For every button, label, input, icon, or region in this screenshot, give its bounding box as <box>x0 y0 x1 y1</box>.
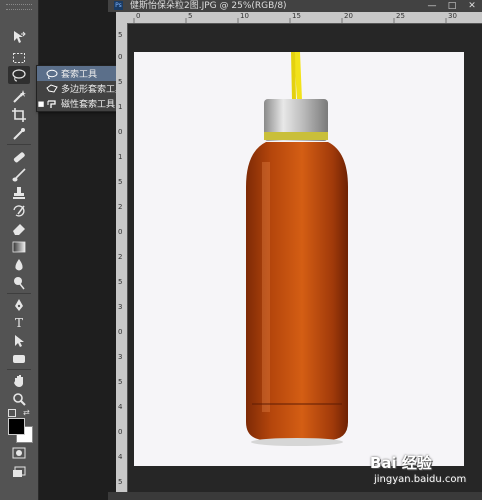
panel-grip[interactable] <box>6 4 32 10</box>
ruler-label: 5 <box>118 31 123 39</box>
toolbar-divider <box>7 293 31 294</box>
marquee-tool-button[interactable] <box>8 49 30 67</box>
quick-mask-icon <box>12 447 26 459</box>
eyedropper-tool-button[interactable] <box>8 125 30 143</box>
quick-select-tool-button[interactable] <box>8 87 30 105</box>
horizontal-ruler[interactable]: 0 5 10 15 20 25 30 <box>116 12 482 24</box>
document-title[interactable]: 健斯怡保朵粒2图.JPG @ 25%(RGB/8) <box>130 0 287 12</box>
polygonal-lasso-icon <box>45 83 59 95</box>
document-image[interactable] <box>134 52 464 466</box>
crop-tool-button[interactable] <box>8 106 30 124</box>
ruler-label: 4 <box>118 403 123 411</box>
ruler-label: 5 <box>118 478 123 486</box>
watermark: Bai 经验 jingyan.baidu.com <box>370 452 482 500</box>
blur-icon <box>15 259 23 271</box>
hand-tool-button[interactable] <box>8 372 30 390</box>
ruler-label: 5 <box>118 78 123 86</box>
ruler-label: 3 <box>118 303 123 311</box>
arrow-icon <box>15 335 24 347</box>
screen-mode-icon <box>13 466 26 477</box>
document-tab-bar: Ps 健斯怡保朵粒2图.JPG @ 25%(RGB/8) — □ ✕ <box>108 0 482 12</box>
ruler-label: 0 <box>136 12 141 20</box>
watermark-url: jingyan.baidu.com <box>374 474 467 485</box>
eyedropper-icon <box>13 128 25 140</box>
brush-tool-button[interactable] <box>8 166 30 184</box>
magic-wand-icon <box>13 90 26 103</box>
gradient-icon <box>12 241 26 253</box>
swap-colors-icon[interactable]: ⇄ <box>23 408 30 417</box>
ruler-label: 10 <box>240 12 249 20</box>
ruler-label: 30 <box>448 12 457 20</box>
zoom-icon <box>13 393 26 406</box>
brush-icon <box>12 168 26 182</box>
toolbar-divider <box>7 144 31 145</box>
type-tool-button[interactable]: T <box>8 314 30 332</box>
photoshop-logo: Ps <box>114 1 123 10</box>
lasso-icon <box>45 68 59 80</box>
ruler-label: 4 <box>118 453 123 461</box>
hand-icon <box>14 375 23 387</box>
maximize-button[interactable]: □ <box>442 0 462 12</box>
vertical-ruler[interactable]: 5 0 5 1 0 1 5 2 0 2 5 3 0 3 5 4 0 4 5 <box>116 23 128 500</box>
shape-tool-button[interactable] <box>8 350 30 368</box>
healing-brush-tool-button[interactable] <box>8 148 30 166</box>
history-brush-icon <box>13 205 25 217</box>
ruler-label: 3 <box>118 353 123 361</box>
zoom-tool-button[interactable] <box>8 390 30 408</box>
lasso-icon <box>12 69 26 82</box>
history-brush-tool-button[interactable] <box>8 202 30 220</box>
ruler-label: 0 <box>118 128 123 136</box>
default-colors-icon[interactable] <box>8 409 16 417</box>
blur-tool-button[interactable] <box>8 256 30 274</box>
bottle-photo <box>246 52 348 446</box>
close-button[interactable]: ✕ <box>462 0 482 12</box>
pen-tool-button[interactable] <box>8 296 30 314</box>
move-tool-button[interactable] <box>8 28 30 46</box>
ruler-label: 15 <box>292 12 301 20</box>
marquee-icon <box>13 53 25 63</box>
foreground-color-swatch[interactable] <box>8 418 25 435</box>
toolbar-divider <box>7 369 31 370</box>
type-icon: T <box>14 316 23 330</box>
pen-icon <box>15 299 23 311</box>
ruler-label: 2 <box>118 253 123 261</box>
bandage-icon <box>13 152 25 163</box>
rectangle-icon <box>13 355 25 363</box>
move-icon <box>14 31 26 43</box>
lasso-tool-button[interactable] <box>8 66 30 84</box>
ruler-label: 0 <box>118 328 123 336</box>
watermark-logo: Bai 经验 <box>370 454 432 472</box>
ruler-label: 1 <box>118 103 123 111</box>
ruler-label: 0 <box>118 228 123 236</box>
quick-mask-button[interactable] <box>8 444 30 462</box>
minimize-button[interactable]: — <box>422 0 442 12</box>
ruler-label: 20 <box>344 12 353 20</box>
ruler-label: 2 <box>118 203 123 211</box>
ruler-label: 5 <box>118 278 123 286</box>
ruler-label: 1 <box>118 153 123 161</box>
active-tool-marker: ■ <box>37 99 45 108</box>
dodge-icon <box>14 277 25 290</box>
eraser-icon <box>13 224 25 235</box>
ruler-label: 5 <box>188 12 193 20</box>
path-select-tool-button[interactable] <box>8 332 30 350</box>
magnetic-lasso-icon <box>45 98 59 110</box>
dodge-tool-button[interactable] <box>8 274 30 292</box>
eraser-tool-button[interactable] <box>8 220 30 238</box>
ruler-label: 5 <box>118 378 123 386</box>
gradient-tool-button[interactable] <box>8 238 30 256</box>
ruler-label: 5 <box>118 178 123 186</box>
crop-icon <box>12 108 26 122</box>
tools-panel: T ⇄ <box>0 0 39 500</box>
ruler-label: 0 <box>118 53 123 61</box>
clone-stamp-tool-button[interactable] <box>8 184 30 202</box>
screen-mode-button[interactable] <box>8 463 30 481</box>
ruler-label: 0 <box>118 428 123 436</box>
ruler-label: 25 <box>396 12 405 20</box>
stamp-icon <box>13 187 25 199</box>
